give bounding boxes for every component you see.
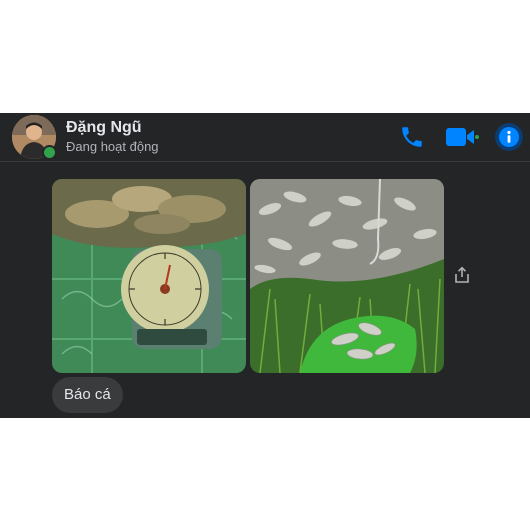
- info-icon[interactable]: [495, 123, 523, 151]
- chat-window: Đặng Ngũ Đang hoạt động Báo cá: [0, 113, 530, 418]
- video-camera-icon[interactable]: [444, 123, 480, 151]
- scale-with-fish-photo[interactable]: [52, 179, 246, 373]
- fish-on-grass-photo[interactable]: [250, 179, 444, 373]
- share-icon[interactable]: [450, 263, 474, 287]
- online-status-dot: [42, 145, 57, 160]
- contact-status: Đang hoạt động: [66, 139, 159, 154]
- message-bubble[interactable]: Báo cá: [52, 377, 123, 413]
- chat-header: Đặng Ngũ Đang hoạt động: [0, 113, 530, 161]
- contact-name[interactable]: Đặng Ngũ: [66, 119, 142, 137]
- phone-icon[interactable]: [398, 123, 426, 151]
- avatar[interactable]: [12, 115, 57, 160]
- header-divider: [0, 161, 530, 162]
